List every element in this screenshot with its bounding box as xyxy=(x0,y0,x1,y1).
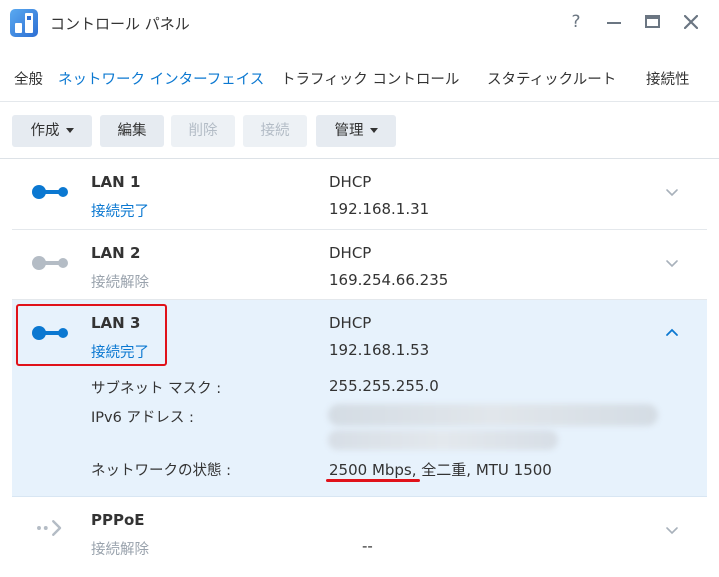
lan3-annotation-box xyxy=(16,304,167,366)
interface-ip: 192.168.1.31 xyxy=(329,200,430,218)
interface-status: 接続完了 xyxy=(91,204,149,220)
tab-network-interface[interactable]: ネットワーク インターフェイス xyxy=(58,68,264,89)
tab-connectivity[interactable]: 接続性 xyxy=(646,68,690,89)
ipv6-address-label: IPv6 アドレス : xyxy=(91,410,194,426)
subnet-mask-value: 255.255.255.0 xyxy=(329,377,439,395)
close-button[interactable] xyxy=(680,11,702,33)
speed-annotation-underline xyxy=(326,479,420,482)
interface-mode: DHCP xyxy=(329,314,372,332)
create-button-label: 作成 xyxy=(30,123,60,139)
interface-row-pppoe[interactable]: PPPoE 接続解除 -- xyxy=(12,497,707,569)
chevron-down-icon[interactable] xyxy=(664,523,680,537)
close-icon xyxy=(683,14,699,30)
interface-name: LAN 2 xyxy=(91,244,141,262)
ipv6-address-redacted xyxy=(328,430,558,450)
subnet-mask-label: サブネット マスク : xyxy=(91,381,222,397)
manage-button[interactable]: 管理 xyxy=(316,115,396,147)
interface-mode: -- xyxy=(362,537,373,555)
interface-mode: DHCP xyxy=(329,173,372,191)
ipv6-address-redacted xyxy=(328,404,658,426)
chevron-down-icon[interactable] xyxy=(664,185,680,199)
interface-row-lan1[interactable]: LAN 1 接続完了 DHCP 192.168.1.31 xyxy=(12,159,707,230)
caret-down-icon xyxy=(65,127,74,133)
tab-static-route[interactable]: スタティックルート xyxy=(487,68,616,89)
toolbar: 作成 編集 削除 接続 管理 xyxy=(0,102,719,159)
maximize-icon xyxy=(645,15,660,28)
connect-button[interactable]: 接続 xyxy=(243,115,307,147)
minimize-icon xyxy=(607,22,621,24)
manage-button-label: 管理 xyxy=(334,123,364,139)
network-state-value: 2500 Mbps, 全二重, MTU 1500 xyxy=(329,461,552,479)
create-button[interactable]: 作成 xyxy=(12,115,92,147)
pppoe-disconnected-icon xyxy=(37,520,62,536)
interface-mode: DHCP xyxy=(329,244,372,262)
ethernet-connected-icon xyxy=(32,185,68,199)
title-bar: コントロール パネル ? xyxy=(0,0,719,46)
window-title: コントロール パネル xyxy=(50,15,190,33)
tab-traffic-control[interactable]: トラフィック コントロール xyxy=(281,68,459,89)
tab-bar: 全般 ネットワーク インターフェイス トラフィック コントロール スタティックル… xyxy=(0,46,719,102)
caret-down-icon xyxy=(369,127,378,133)
ethernet-disconnected-icon xyxy=(32,256,68,270)
interface-status: 接続解除 xyxy=(91,275,149,291)
interface-ip: 169.254.66.235 xyxy=(329,271,449,289)
interface-name: PPPoE xyxy=(91,511,145,529)
control-panel-icon xyxy=(10,9,38,37)
help-button[interactable]: ? xyxy=(565,11,587,33)
interface-row-lan2[interactable]: LAN 2 接続解除 DHCP 169.254.66.235 xyxy=(12,230,707,300)
minimize-button[interactable] xyxy=(603,11,625,33)
interface-status: 接続解除 xyxy=(91,542,149,558)
chevron-up-icon[interactable] xyxy=(664,326,680,340)
edit-button[interactable]: 編集 xyxy=(100,115,164,147)
interface-name: LAN 1 xyxy=(91,173,141,191)
delete-button[interactable]: 削除 xyxy=(171,115,235,147)
maximize-button[interactable] xyxy=(642,11,664,33)
network-state-label: ネットワークの状態 : xyxy=(91,463,231,479)
interface-ip: 192.168.1.53 xyxy=(329,341,430,359)
tab-general[interactable]: 全般 xyxy=(14,68,43,89)
chevron-down-icon[interactable] xyxy=(664,256,680,270)
